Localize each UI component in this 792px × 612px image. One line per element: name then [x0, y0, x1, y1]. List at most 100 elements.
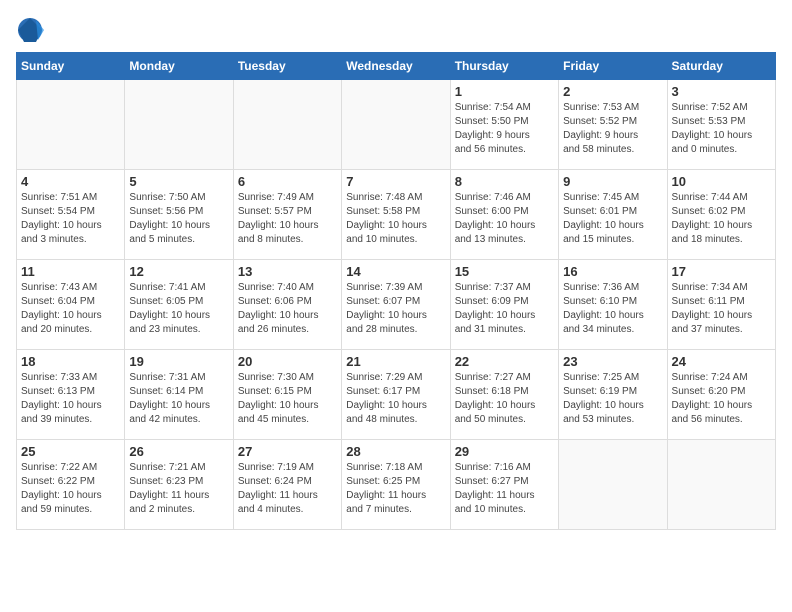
calendar-cell: 20 Sunrise: 7:30 AM Sunset: 6:15 PM Dayli…	[233, 350, 341, 440]
day-info: Sunrise: 7:37 AM Sunset: 6:09 PM Dayligh…	[455, 281, 554, 337]
day-number: 14	[346, 264, 445, 279]
day-number: 12	[129, 264, 228, 279]
day-info: Sunrise: 7:33 AM Sunset: 6:13 PM Dayligh…	[21, 371, 120, 427]
header-day: Friday	[559, 53, 667, 80]
day-info: Sunrise: 7:44 AM Sunset: 6:02 PM Dayligh…	[672, 191, 771, 247]
day-number: 9	[563, 174, 662, 189]
day-number: 29	[455, 444, 554, 459]
calendar-cell: 28Sunrise: 7:18 AM Sunset: 6:25 PM Dayli…	[342, 440, 450, 530]
logo-icon	[16, 16, 44, 44]
day-info: Sunrise: 7:51 AM Sunset: 5:54 PM Dayligh…	[21, 191, 120, 247]
day-info: Sunrise: 7:21 AM Sunset: 6:23 PM Dayligh…	[129, 461, 228, 517]
day-number: 13	[238, 264, 337, 279]
calendar-cell: 19Sunrise: 7:31 AM Sunset: 6:14 PM Dayli…	[125, 350, 233, 440]
calendar-cell: 14 Sunrise: 7:39 AM Sunset: 6:07 PM Dayli…	[342, 260, 450, 350]
day-number: 16	[563, 264, 662, 279]
day-info: Sunrise: 7:40 AM Sunset: 6:06 PM Dayligh…	[238, 281, 337, 337]
calendar-cell: 7 Sunrise: 7:48 AM Sunset: 5:58 PM Daylig…	[342, 170, 450, 260]
calendar-cell: 17 Sunrise: 7:34 AM Sunset: 6:11 PM Dayli…	[667, 260, 775, 350]
day-info: Sunrise: 7:46 AM Sunset: 6:00 PM Dayligh…	[455, 191, 554, 247]
calendar-cell: 21 Sunrise: 7:29 AM Sunset: 6:17 PM Dayli…	[342, 350, 450, 440]
calendar-cell: 5 Sunrise: 7:50 AM Sunset: 5:56 PM Daylig…	[125, 170, 233, 260]
calendar-cell: 2Sunrise: 7:53 AM Sunset: 5:52 PM Daylig…	[559, 80, 667, 170]
calendar-week-row: 18 Sunrise: 7:33 AM Sunset: 6:13 PM Dayli…	[17, 350, 776, 440]
calendar-cell: 4 Sunrise: 7:51 AM Sunset: 5:54 PM Daylig…	[17, 170, 125, 260]
calendar-cell: 10 Sunrise: 7:44 AM Sunset: 6:02 PM Dayli…	[667, 170, 775, 260]
calendar-cell: 13 Sunrise: 7:40 AM Sunset: 6:06 PM Dayli…	[233, 260, 341, 350]
day-number: 8	[455, 174, 554, 189]
header-day: Monday	[125, 53, 233, 80]
day-info: Sunrise: 7:34 AM Sunset: 6:11 PM Dayligh…	[672, 281, 771, 337]
calendar-cell: 3 Sunrise: 7:52 AM Sunset: 5:53 PM Daylig…	[667, 80, 775, 170]
day-info: Sunrise: 7:22 AM Sunset: 6:22 PM Dayligh…	[21, 461, 120, 517]
day-info: Sunrise: 7:48 AM Sunset: 5:58 PM Dayligh…	[346, 191, 445, 247]
calendar-cell	[559, 440, 667, 530]
calendar-cell	[233, 80, 341, 170]
day-number: 18	[21, 354, 120, 369]
day-info: Sunrise: 7:54 AM Sunset: 5:50 PM Dayligh…	[455, 101, 554, 157]
day-number: 6	[238, 174, 337, 189]
calendar-cell: 29 Sunrise: 7:16 AM Sunset: 6:27 PM Dayli…	[450, 440, 558, 530]
day-info: Sunrise: 7:16 AM Sunset: 6:27 PM Dayligh…	[455, 461, 554, 517]
calendar-table: SundayMondayTuesdayWednesdayThursdayFrid…	[16, 52, 776, 530]
day-info: Sunrise: 7:45 AM Sunset: 6:01 PM Dayligh…	[563, 191, 662, 247]
header-day: Saturday	[667, 53, 775, 80]
calendar-cell: 8 Sunrise: 7:46 AM Sunset: 6:00 PM Daylig…	[450, 170, 558, 260]
calendar-cell: 1 Sunrise: 7:54 AM Sunset: 5:50 PM Daylig…	[450, 80, 558, 170]
calendar-cell: 22 Sunrise: 7:27 AM Sunset: 6:18 PM Dayli…	[450, 350, 558, 440]
day-info: Sunrise: 7:29 AM Sunset: 6:17 PM Dayligh…	[346, 371, 445, 427]
day-info: Sunrise: 7:39 AM Sunset: 6:07 PM Dayligh…	[346, 281, 445, 337]
day-number: 28	[346, 444, 445, 459]
header-day: Tuesday	[233, 53, 341, 80]
day-info: Sunrise: 7:43 AM Sunset: 6:04 PM Dayligh…	[21, 281, 120, 337]
day-info: Sunrise: 7:25 AM Sunset: 6:19 PM Dayligh…	[563, 371, 662, 427]
logo	[16, 16, 48, 44]
day-info: Sunrise: 7:41 AM Sunset: 6:05 PM Dayligh…	[129, 281, 228, 337]
calendar-cell: 12 Sunrise: 7:41 AM Sunset: 6:05 PM Dayli…	[125, 260, 233, 350]
day-info: Sunrise: 7:52 AM Sunset: 5:53 PM Dayligh…	[672, 101, 771, 157]
calendar-week-row: 4 Sunrise: 7:51 AM Sunset: 5:54 PM Daylig…	[17, 170, 776, 260]
day-number: 21	[346, 354, 445, 369]
calendar-cell: 9 Sunrise: 7:45 AM Sunset: 6:01 PM Daylig…	[559, 170, 667, 260]
day-info: Sunrise: 7:30 AM Sunset: 6:15 PM Dayligh…	[238, 371, 337, 427]
calendar-cell	[125, 80, 233, 170]
calendar-cell: 11 Sunrise: 7:43 AM Sunset: 6:04 PM Dayli…	[17, 260, 125, 350]
calendar-week-row: 11 Sunrise: 7:43 AM Sunset: 6:04 PM Dayli…	[17, 260, 776, 350]
day-number: 27	[238, 444, 337, 459]
day-number: 22	[455, 354, 554, 369]
calendar-header-row: SundayMondayTuesdayWednesdayThursdayFrid…	[17, 53, 776, 80]
day-info: Sunrise: 7:19 AM Sunset: 6:24 PM Dayligh…	[238, 461, 337, 517]
day-number: 3	[672, 84, 771, 99]
day-number: 17	[672, 264, 771, 279]
day-number: 4	[21, 174, 120, 189]
day-number: 11	[21, 264, 120, 279]
day-number: 7	[346, 174, 445, 189]
day-number: 1	[455, 84, 554, 99]
day-info: Sunrise: 7:50 AM Sunset: 5:56 PM Dayligh…	[129, 191, 228, 247]
day-info: Sunrise: 7:36 AM Sunset: 6:10 PM Dayligh…	[563, 281, 662, 337]
calendar-cell: 27 Sunrise: 7:19 AM Sunset: 6:24 PM Dayli…	[233, 440, 341, 530]
calendar-cell: 23 Sunrise: 7:25 AM Sunset: 6:19 PM Dayli…	[559, 350, 667, 440]
day-number: 20	[238, 354, 337, 369]
calendar-cell	[667, 440, 775, 530]
calendar-cell: 26 Sunrise: 7:21 AM Sunset: 6:23 PM Dayli…	[125, 440, 233, 530]
header-day: Wednesday	[342, 53, 450, 80]
day-info: Sunrise: 7:49 AM Sunset: 5:57 PM Dayligh…	[238, 191, 337, 247]
calendar-cell	[342, 80, 450, 170]
day-number: 23	[563, 354, 662, 369]
header	[16, 16, 776, 44]
day-number: 5	[129, 174, 228, 189]
calendar-cell: 16 Sunrise: 7:36 AM Sunset: 6:10 PM Dayli…	[559, 260, 667, 350]
calendar-cell: 24Sunrise: 7:24 AM Sunset: 6:20 PM Dayli…	[667, 350, 775, 440]
header-day: Thursday	[450, 53, 558, 80]
day-info: Sunrise: 7:27 AM Sunset: 6:18 PM Dayligh…	[455, 371, 554, 427]
day-number: 24	[672, 354, 771, 369]
calendar-cell: 6 Sunrise: 7:49 AM Sunset: 5:57 PM Daylig…	[233, 170, 341, 260]
day-number: 2	[563, 84, 662, 99]
calendar-cell: 25Sunrise: 7:22 AM Sunset: 6:22 PM Dayli…	[17, 440, 125, 530]
day-number: 26	[129, 444, 228, 459]
day-number: 19	[129, 354, 228, 369]
calendar-week-row: 1 Sunrise: 7:54 AM Sunset: 5:50 PM Daylig…	[17, 80, 776, 170]
day-number: 10	[672, 174, 771, 189]
calendar-week-row: 25Sunrise: 7:22 AM Sunset: 6:22 PM Dayli…	[17, 440, 776, 530]
